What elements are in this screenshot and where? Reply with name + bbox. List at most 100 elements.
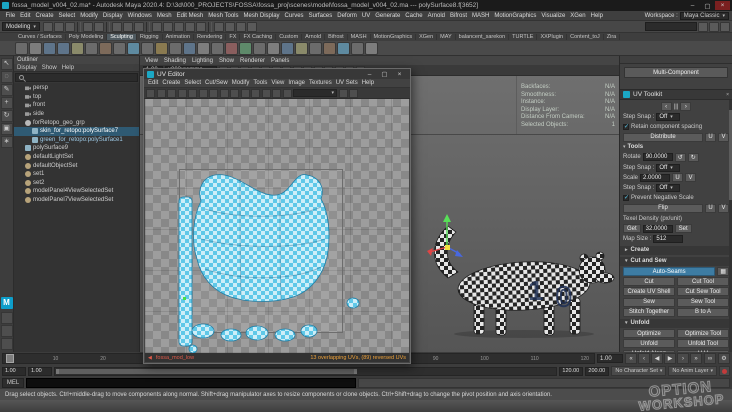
menubar-item[interactable]: Windows [125, 13, 154, 19]
texel-density-field[interactable]: 32.0000 [642, 224, 673, 233]
shelf-icon[interactable] [309, 41, 322, 55]
auto-seams-button[interactable]: Auto-Seams [623, 267, 716, 276]
step-forward-icon[interactable]: › [677, 353, 689, 364]
move-tool-icon[interactable]: + [0, 97, 13, 109]
menu-set-select[interactable]: Modeling ▾ [2, 22, 40, 31]
shelf-tab[interactable]: MASH [348, 34, 371, 40]
shelf-tab[interactable]: MAY [437, 34, 456, 40]
shelf-icon[interactable] [71, 41, 84, 55]
redo-icon[interactable] [93, 21, 104, 32]
snap-plane-icon[interactable] [184, 21, 195, 32]
shelf-tab[interactable]: Curves / Surfaces [15, 34, 66, 40]
outliner-item[interactable]: green_for_retopo:polySurface1 [14, 136, 139, 145]
outliner-item[interactable]: persp [14, 84, 139, 93]
shelf-tab[interactable]: Zira [604, 34, 621, 40]
shelf-tab[interactable]: FX Caching [240, 34, 277, 40]
current-time-field[interactable]: 1.00 [597, 354, 623, 363]
four-pane-layout-icon[interactable] [0, 325, 13, 337]
uv-editor-menu-item[interactable]: UV Sets [336, 80, 358, 86]
shelf-icon[interactable] [155, 41, 168, 55]
shelf-icon[interactable] [141, 41, 154, 55]
scale-u-button[interactable]: U [672, 173, 684, 183]
distortion-icon[interactable] [188, 88, 197, 98]
shelf-icon[interactable] [183, 41, 196, 55]
flip-v-button[interactable]: V [718, 203, 729, 213]
menubar-item[interactable]: Create [33, 13, 56, 19]
shelf-icon[interactable] [127, 41, 140, 55]
rotate-value-field[interactable]: 90.0000 [642, 153, 673, 162]
outliner-search-input[interactable] [15, 73, 138, 82]
menubar-item[interactable]: Deform [335, 13, 360, 19]
shelf-tab[interactable]: Animation [163, 34, 195, 40]
undo-icon[interactable] [82, 21, 93, 32]
rotate-uv-icon[interactable] [156, 88, 166, 98]
pixel-snap-icon[interactable] [230, 88, 239, 98]
uv-minimize-button[interactable]: – [362, 70, 377, 79]
menubar-item[interactable]: Cache [403, 13, 425, 19]
outliner-item[interactable]: defaultLightSet [14, 153, 139, 162]
unfold-button[interactable]: Optimize [623, 329, 675, 339]
shelf-tab[interactable]: Bifrost [325, 34, 348, 40]
move-uv-icon[interactable] [146, 88, 155, 98]
outliner-menu-item[interactable]: Help [62, 65, 74, 71]
menubar-item[interactable]: Arnold [425, 13, 447, 19]
uv-close-button[interactable]: × [392, 70, 407, 79]
cut-sew-button[interactable]: Create UV Shell [623, 287, 675, 297]
command-line-input[interactable] [26, 378, 356, 388]
play-forwards-icon[interactable]: ▶ [664, 353, 676, 364]
distribute-v-button[interactable]: V [718, 132, 729, 142]
shelf-tab[interactable]: Rendering [194, 34, 227, 40]
shelf-icon[interactable] [57, 41, 70, 55]
close-button[interactable]: × [715, 1, 730, 10]
animation-start-field[interactable]: 1.00 [2, 366, 26, 376]
workspace-select[interactable]: Maya Classic ▾ [679, 11, 729, 20]
uv-maximize-button[interactable]: ▢ [377, 70, 392, 79]
uv-editor-menu-item[interactable]: Select [184, 80, 201, 86]
menubar-item[interactable]: Mesh [154, 13, 174, 19]
pivot-prev-icon[interactable]: ‹ [660, 102, 672, 111]
render-settings-icon[interactable] [246, 21, 257, 32]
shelf-icon[interactable] [225, 41, 238, 55]
save-scene-icon[interactable] [64, 21, 75, 32]
shelf-icon[interactable] [197, 41, 210, 55]
shade-uvs-icon[interactable] [240, 88, 250, 98]
shelf-tab[interactable]: Sculpting [107, 34, 137, 40]
uv-editor-menu-item[interactable]: Cut/Sew [205, 80, 228, 86]
minimize-button[interactable]: – [685, 1, 700, 10]
rotate-tool-icon[interactable]: ↻ [0, 110, 13, 122]
flip-button[interactable]: Flip [623, 203, 703, 213]
menubar-item[interactable]: Mesh Tools [206, 13, 241, 19]
go-to-start-icon[interactable]: « [625, 353, 637, 364]
shelf-icon[interactable] [337, 41, 350, 55]
loop-icon[interactable]: ∞ [704, 353, 716, 364]
uv-editor-menu-item[interactable]: Modify [232, 80, 250, 86]
viewport-menu-item[interactable]: Shading [164, 58, 186, 64]
playback-start-field[interactable]: 1.00 [28, 366, 52, 376]
uv-editor-menu-item[interactable]: Image [288, 80, 305, 86]
outliner-item[interactable]: modelPanel7ViewSelectedSet [14, 196, 139, 205]
new-scene-icon[interactable] [42, 21, 53, 32]
shelf-tab[interactable]: Arnold [302, 34, 326, 40]
uv-options-icon[interactable] [349, 88, 358, 98]
shelf-icon[interactable] [351, 41, 364, 55]
distribute-u-button[interactable]: U [705, 132, 716, 142]
outliner-item[interactable]: skin_for_retopo:polySurface7 [14, 126, 139, 136]
select-tool-icon[interactable]: ↖ [0, 58, 13, 70]
open-scene-icon[interactable] [53, 21, 64, 32]
texel-density-set-button[interactable]: Set [674, 224, 692, 234]
menubar-item[interactable]: Curves [282, 13, 306, 19]
select-component-icon[interactable] [133, 21, 144, 32]
select-hierarchy-icon[interactable] [111, 21, 122, 32]
auto-keyframe-toggle[interactable] [719, 366, 730, 376]
shelf-tab[interactable]: FX [226, 34, 241, 40]
menubar-item[interactable]: Visualize [539, 13, 568, 19]
make-live-icon[interactable] [195, 21, 206, 32]
menubar-item[interactable]: Select [56, 13, 78, 19]
anim-layer-select[interactable]: No Anim Layer ▾ [668, 366, 717, 376]
shelf-icon[interactable] [99, 41, 112, 55]
outliner-item[interactable]: polySurface9 [14, 144, 139, 153]
shelf-tab[interactable]: Rigging [137, 34, 163, 40]
shelf-icon[interactable] [295, 41, 308, 55]
menubar-item[interactable]: Generate [373, 13, 403, 19]
single-pane-layout-icon[interactable] [0, 312, 13, 324]
